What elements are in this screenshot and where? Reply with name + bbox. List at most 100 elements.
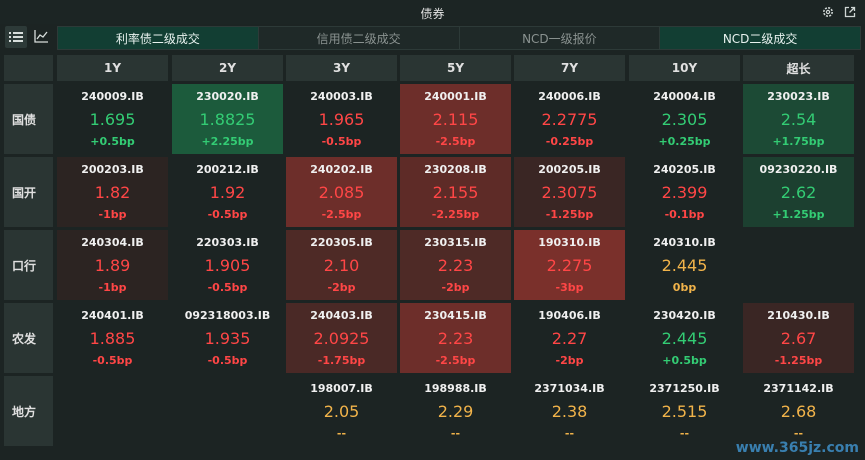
bond-cell[interactable]: 190406.IB 2.27 -2bp	[514, 303, 625, 373]
bond-cell[interactable]: 200205.IB 2.3075 -1.25bp	[514, 157, 625, 227]
yield-change: -1.75bp	[317, 354, 366, 367]
chart-view-button[interactable]	[30, 26, 52, 48]
bond-cell[interactable]: 240202.IB 2.085 -2.5bp	[286, 157, 397, 227]
column-header: 7Y	[514, 55, 625, 81]
bond-cell[interactable]: 2371250.IB 2.515 --	[629, 376, 740, 446]
tab-2[interactable]: NCD一级报价	[459, 27, 661, 49]
tab-bar: 利率债二级成交 信用债二级成交 NCD一级报价 NCD二级成交	[57, 26, 861, 50]
bond-code: 240401.IB	[81, 309, 144, 322]
bond-code: 092318003.IB	[184, 309, 271, 322]
yield-change: --	[336, 427, 347, 440]
bond-code: 2371250.IB	[649, 382, 720, 395]
bond-cell[interactable]: 230420.IB 2.445 +0.5bp	[629, 303, 740, 373]
bond-cell[interactable]: 230023.IB 2.54 +1.75bp	[743, 84, 854, 154]
bond-cell[interactable]: 200212.IB 1.92 -0.5bp	[172, 157, 283, 227]
yield-change: +0.5bp	[90, 135, 135, 148]
bond-yield: 2.23	[437, 329, 474, 348]
bond-code: 220303.IB	[196, 236, 259, 249]
bond-yield: 2.27	[551, 329, 588, 348]
bond-cell[interactable]: 240006.IB 2.2775 -0.25bp	[514, 84, 625, 154]
bond-yield: 2.399	[661, 183, 708, 202]
bond-cell[interactable]: 220305.IB 2.10 -2bp	[286, 230, 397, 300]
bond-yield: 2.155	[432, 183, 479, 202]
bond-yield: 2.275	[546, 256, 593, 275]
bond-cell[interactable]: 230208.IB 2.155 -2.25bp	[400, 157, 511, 227]
line-chart-icon	[33, 28, 49, 47]
yield-change: -0.25bp	[545, 135, 594, 148]
bond-cell[interactable]: 240304.IB 1.89 -1bp	[57, 230, 168, 300]
bond-yield: 2.0925	[313, 329, 370, 348]
bond-cell[interactable]: 210430.IB 2.67 -1.25bp	[743, 303, 854, 373]
yield-change: -3bp	[555, 281, 584, 294]
yield-change: -0.5bp	[321, 135, 362, 148]
bond-code: 198007.IB	[310, 382, 373, 395]
bond-cell[interactable]: 09230220.IB 2.62 +1.25bp	[743, 157, 854, 227]
yield-change: -2.5bp	[321, 208, 362, 221]
bond-yield: 2.29	[437, 402, 474, 421]
bond-code: 240006.IB	[538, 90, 601, 103]
yield-change: +2.25bp	[201, 135, 254, 148]
yield-change: -0.5bp	[207, 354, 248, 367]
bond-code: 190310.IB	[538, 236, 601, 249]
bond-cell[interactable]: 220303.IB 1.905 -0.5bp	[172, 230, 283, 300]
tab-3[interactable]: NCD二级成交	[660, 27, 860, 49]
bond-cell[interactable]: 240205.IB 2.399 -0.1bp	[629, 157, 740, 227]
bond-cell[interactable]: 198007.IB 2.05 --	[286, 376, 397, 446]
bond-cell[interactable]: 240403.IB 2.0925 -1.75bp	[286, 303, 397, 373]
bond-yield: 1.905	[204, 256, 251, 275]
bond-code: 240304.IB	[81, 236, 144, 249]
bond-cell[interactable]: 200203.IB 1.82 -1bp	[57, 157, 168, 227]
yield-change: --	[450, 427, 461, 440]
settings-gear-icon[interactable]	[821, 4, 837, 20]
yield-change: -2.5bp	[435, 354, 476, 367]
list-view-button[interactable]	[5, 26, 27, 48]
bond-cell[interactable]: 240401.IB 1.885 -0.5bp	[57, 303, 168, 373]
yield-change: +0.25bp	[658, 135, 711, 148]
bond-cell[interactable]: 240004.IB 2.305 +0.25bp	[629, 84, 740, 154]
bond-code: 09230220.IB	[759, 163, 838, 176]
tab-1[interactable]: 信用债二级成交	[258, 27, 460, 49]
yield-change: -1bp	[98, 208, 127, 221]
bond-cell[interactable]: 230415.IB 2.23 -2.5bp	[400, 303, 511, 373]
bond-yield: 2.445	[661, 329, 708, 348]
bond-cell[interactable]: 230315.IB 2.23 -2bp	[400, 230, 511, 300]
yield-change: +1.75bp	[772, 135, 825, 148]
bond-code: 240009.IB	[81, 90, 144, 103]
bond-yield: 2.305	[661, 110, 708, 129]
popout-icon[interactable]	[843, 4, 859, 20]
bond-yield: 2.445	[661, 256, 708, 275]
yield-change: -2.5bp	[435, 135, 476, 148]
bond-yield: 1.935	[204, 329, 251, 348]
bond-cell[interactable]: 240310.IB 2.445 0bp	[629, 230, 740, 300]
bond-cell[interactable]: 2371034.IB 2.38 --	[514, 376, 625, 446]
bond-code: 240205.IB	[653, 163, 716, 176]
yield-change: -1.25bp	[774, 354, 823, 367]
bond-cell[interactable]: 240001.IB 2.115 -2.5bp	[400, 84, 511, 154]
bond-code: 210430.IB	[767, 309, 830, 322]
bond-cell[interactable]: 2371142.IB 2.68 --	[743, 376, 854, 446]
yield-change: --	[679, 427, 690, 440]
column-header: 5Y	[400, 55, 511, 81]
bond-cell[interactable]: 230020.IB 1.8825 +2.25bp	[172, 84, 283, 154]
bond-yield: 2.3075	[541, 183, 598, 202]
bond-cell[interactable]: 198988.IB 2.29 --	[400, 376, 511, 446]
tab-0[interactable]: 利率债二级成交	[58, 27, 259, 49]
bond-yield: 1.82	[94, 183, 131, 202]
bond-yield: 2.38	[551, 402, 588, 421]
watermark: www.365jz.com	[735, 440, 859, 456]
yield-change: -0.5bp	[207, 208, 248, 221]
bond-yield: 2.67	[780, 329, 817, 348]
bond-cell[interactable]: 190310.IB 2.275 -3bp	[514, 230, 625, 300]
bond-cell[interactable]: 240009.IB 1.695 +0.5bp	[57, 84, 168, 154]
yield-change: -1.25bp	[545, 208, 594, 221]
column-header: 1Y	[57, 55, 168, 81]
bond-yield: 2.085	[318, 183, 365, 202]
column-header: 2Y	[172, 55, 283, 81]
yield-change: -2.25bp	[431, 208, 480, 221]
corner-cell	[4, 55, 53, 81]
bond-code: 200203.IB	[81, 163, 144, 176]
bond-cell[interactable]: 092318003.IB 1.935 -0.5bp	[172, 303, 283, 373]
bond-cell[interactable]: 240003.IB 1.965 -0.5bp	[286, 84, 397, 154]
bond-code: 230208.IB	[424, 163, 487, 176]
yield-change: +0.5bp	[662, 354, 707, 367]
